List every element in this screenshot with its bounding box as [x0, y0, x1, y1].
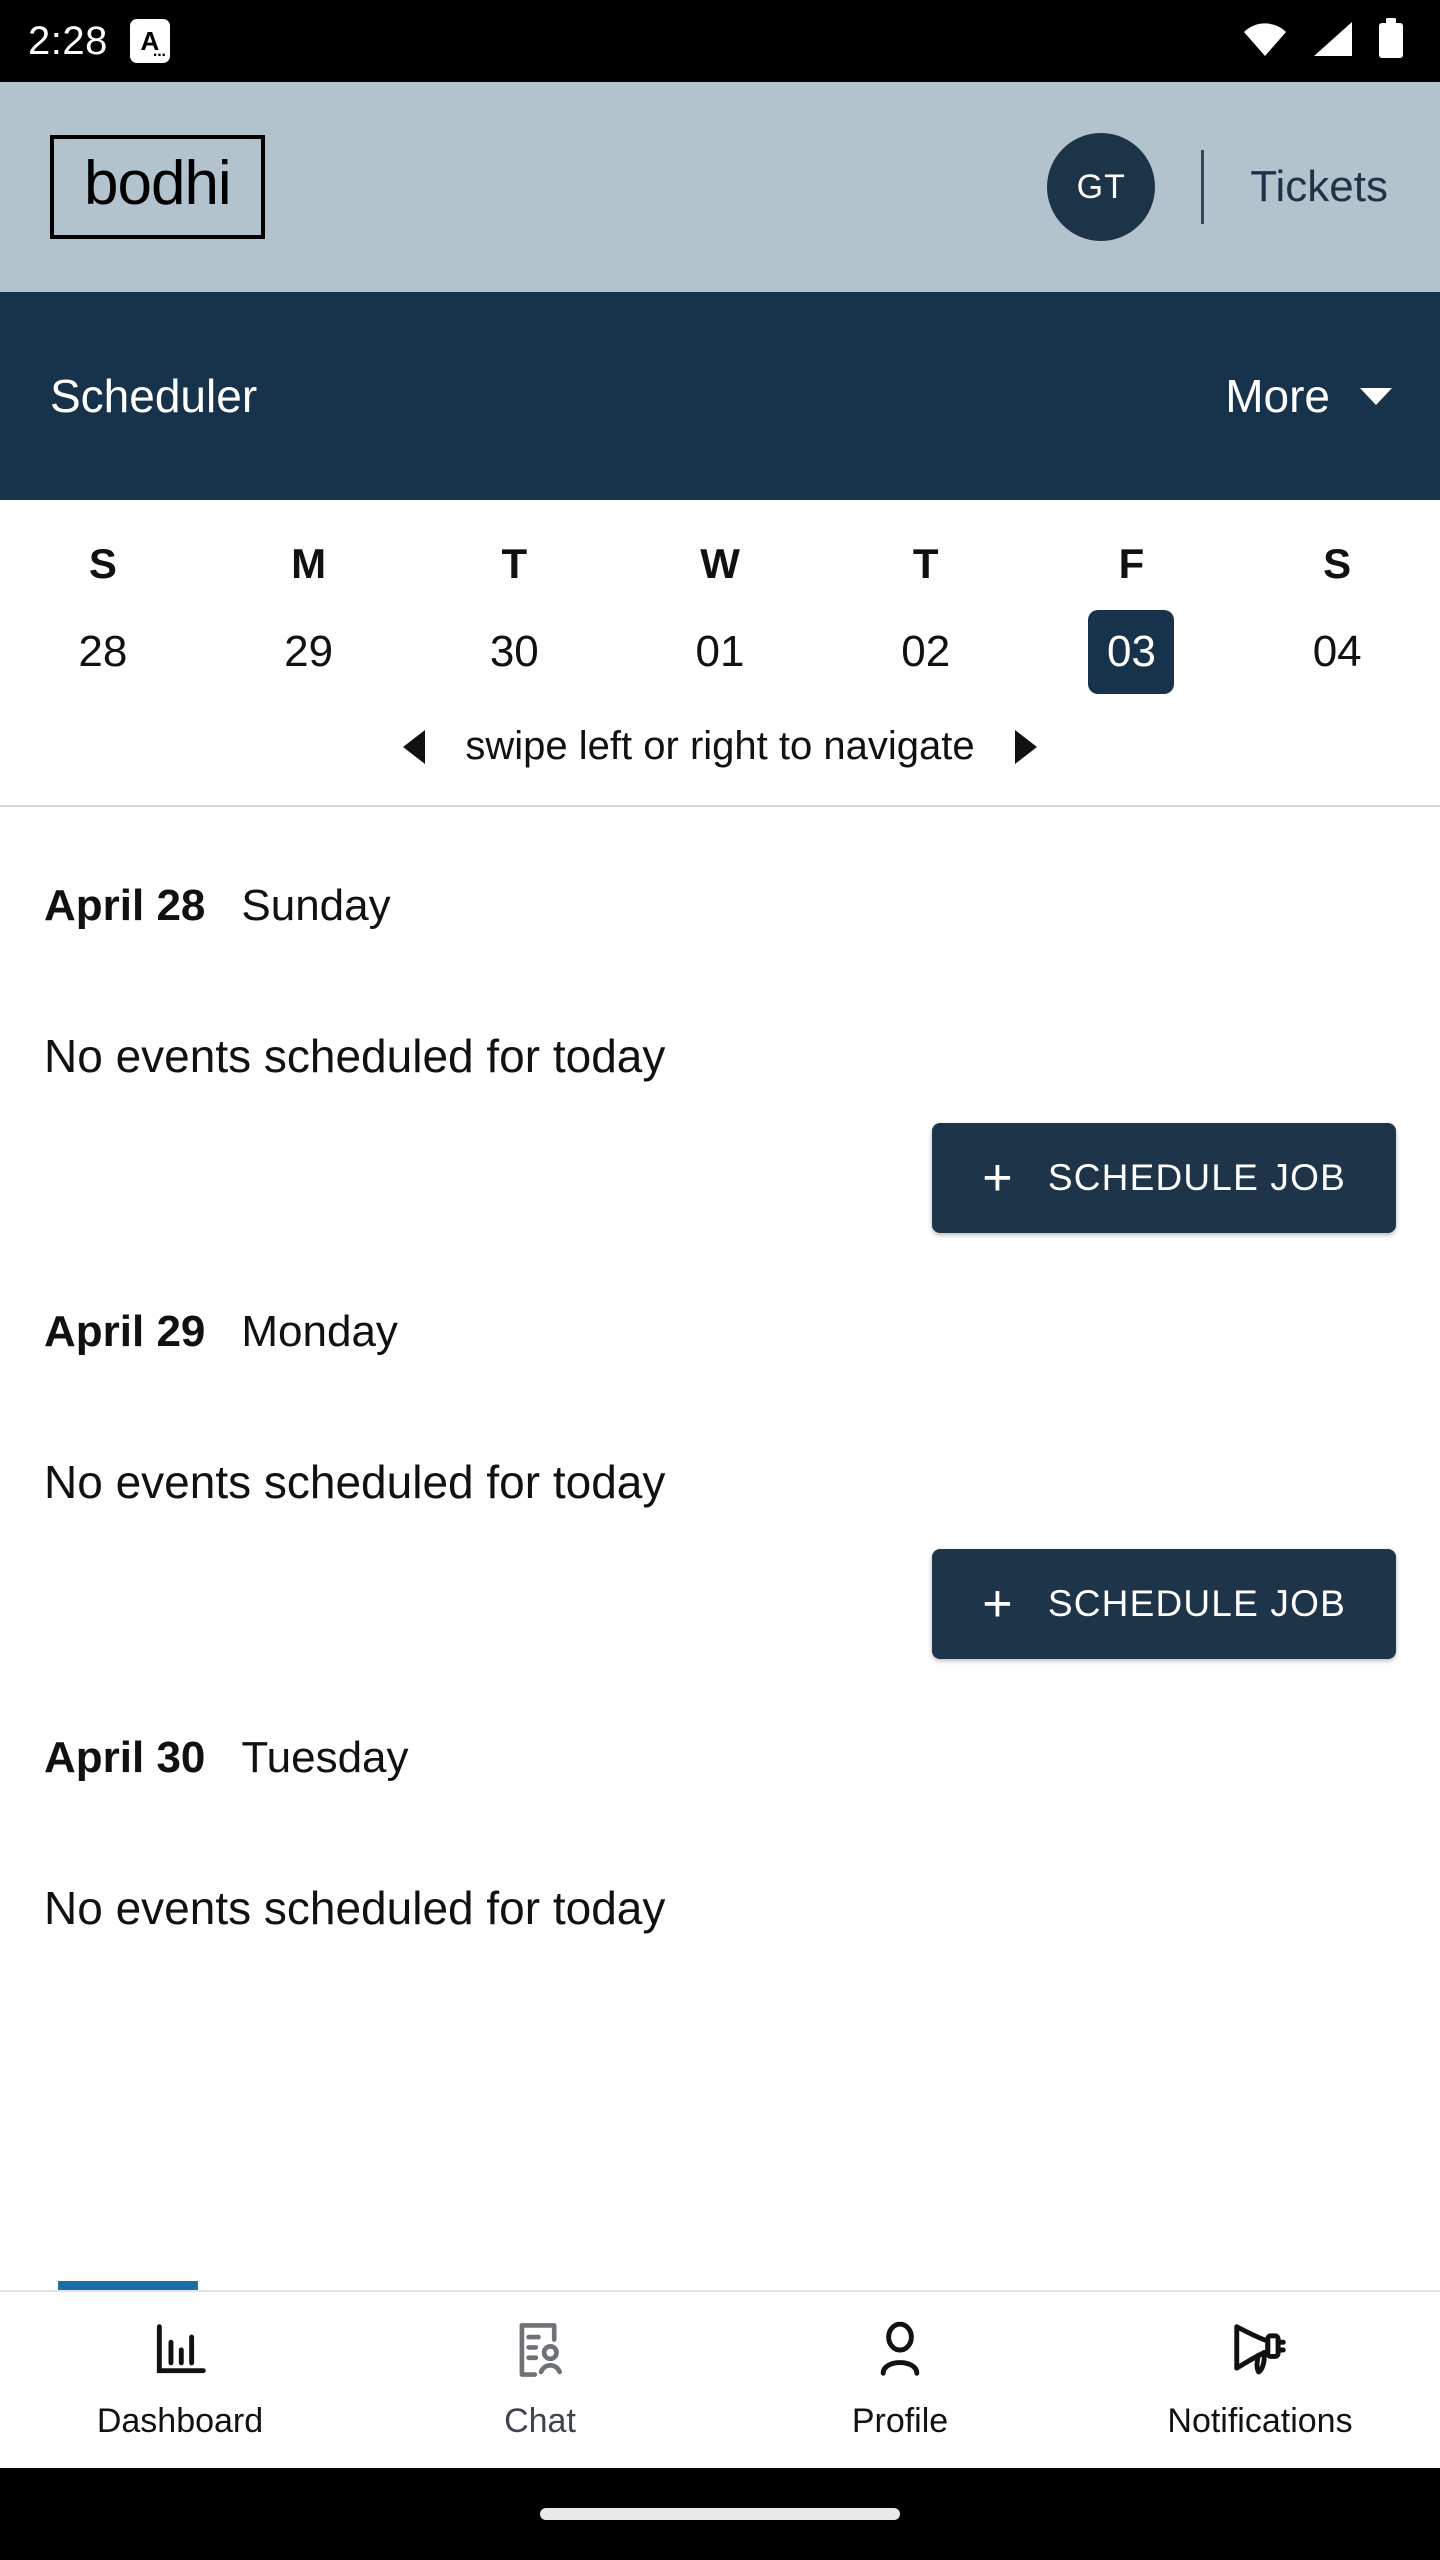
day-weekday-label: Sunday [241, 881, 391, 930]
wifi-icon [1242, 20, 1288, 63]
weekday-cell: T [823, 522, 1029, 602]
day-date-label: April 29 [44, 1307, 206, 1356]
bar-chart-icon [149, 2319, 211, 2386]
day-block: April 29 Monday No events scheduled for … [44, 1233, 1396, 1659]
page-title: Scheduler [50, 370, 258, 422]
day-block: April 28 Sunday No events scheduled for … [44, 807, 1396, 1233]
more-menu-label: More [1225, 370, 1330, 422]
person-icon [869, 2319, 931, 2386]
signal-icon [1310, 20, 1354, 63]
bottom-navigation-bar: Dashboard Chat Profile Notifications [0, 2290, 1440, 2468]
weekday-cell: S [0, 522, 206, 602]
date-cell[interactable]: 28 [0, 602, 206, 712]
day-actions: + SCHEDULE JOB [44, 1549, 1396, 1659]
nav-label-notifications: Notifications [1167, 2402, 1353, 2440]
day-weekday-label: Tuesday [241, 1733, 409, 1782]
avatar-initials: GT [1076, 167, 1126, 206]
app-root: 2:28 A ··· bodhi GT Tickets Scheduler Mo… [0, 0, 1440, 2560]
weekday-cell: S [1234, 522, 1440, 602]
schedule-job-button[interactable]: + SCHEDULE JOB [932, 1549, 1396, 1659]
swipe-hint: swipe left or right to navigate [0, 712, 1440, 805]
date-cell[interactable]: 01 [617, 602, 823, 712]
nav-label-chat: Chat [504, 2402, 576, 2440]
day-date-label: April 30 [44, 1733, 206, 1782]
week-strip: S M T W T F S 28 29 30 01 02 03 04 swipe… [0, 500, 1440, 807]
day-actions: + SCHEDULE JOB [44, 1123, 1396, 1233]
date-cell[interactable]: 29 [206, 602, 412, 712]
weekday-initial: W [700, 540, 740, 587]
status-bar-clock: 2:28 [28, 18, 108, 63]
date-number: 04 [1312, 627, 1362, 676]
status-bar-right [1242, 17, 1406, 65]
date-cell[interactable]: 02 [823, 602, 1029, 712]
system-gesture-bar [0, 2468, 1440, 2560]
day-header: April 30 Tuesday [44, 1733, 1396, 1783]
date-number-selected: 03 [1088, 610, 1175, 694]
scroll-indicator [58, 2281, 198, 2290]
header-actions: GT Tickets [1047, 133, 1400, 241]
weekday-initials-row: S M T W T F S [0, 522, 1440, 602]
nav-label-profile: Profile [851, 2402, 949, 2440]
schedule-job-label: SCHEDULE JOB [1047, 1583, 1346, 1624]
nav-label-dashboard: Dashboard [96, 2402, 264, 2440]
status-bar-left: 2:28 A ··· [28, 19, 170, 64]
nav-item-profile[interactable]: Profile [720, 2319, 1080, 2441]
day-block: April 30 Tuesday No events scheduled for… [44, 1659, 1396, 1935]
brand-logo[interactable]: bodhi [50, 135, 265, 239]
nav-item-chat[interactable]: Chat [360, 2319, 720, 2441]
tickets-link[interactable]: Tickets [1250, 162, 1400, 212]
date-number: 02 [901, 627, 951, 676]
date-cell-selected[interactable]: 03 [1029, 602, 1235, 712]
weekday-initial: T [501, 540, 528, 587]
date-number: 28 [78, 627, 128, 676]
weekday-dates-row: 28 29 30 01 02 03 04 [0, 602, 1440, 712]
day-weekday-label: Monday [241, 1307, 398, 1356]
empty-state-text: No events scheduled for today [44, 1456, 666, 1508]
nav-item-notifications[interactable]: Notifications [1080, 2319, 1440, 2441]
weekday-cell: M [206, 522, 412, 602]
arrow-left-icon[interactable] [403, 729, 426, 764]
avatar[interactable]: GT [1047, 133, 1156, 241]
app-header: bodhi GT Tickets [0, 82, 1440, 292]
day-date-label: April 28 [44, 881, 206, 930]
weekday-initial: M [291, 540, 327, 587]
weekday-cell: T [411, 522, 617, 602]
day-list[interactable]: April 28 Sunday No events scheduled for … [0, 807, 1440, 2290]
gesture-pill[interactable] [540, 2508, 900, 2520]
sub-navigation-bar: Scheduler More [0, 292, 1440, 500]
date-number: 29 [284, 627, 334, 676]
weekday-initial: F [1118, 540, 1145, 587]
swipe-hint-label: swipe left or right to navigate [465, 724, 975, 768]
arrow-right-icon[interactable] [1014, 729, 1037, 764]
empty-state-text: No events scheduled for today [44, 1882, 666, 1934]
brand-logo-text: bodhi [84, 149, 232, 218]
schedule-job-button[interactable]: + SCHEDULE JOB [932, 1123, 1396, 1233]
app-notification-icon: A ··· [129, 19, 170, 64]
weekday-initial: S [88, 540, 117, 587]
date-number: 01 [695, 627, 745, 676]
status-bar: 2:28 A ··· [0, 0, 1440, 82]
date-cell[interactable]: 30 [411, 602, 617, 712]
date-cell[interactable]: 04 [1234, 602, 1440, 712]
nav-item-dashboard[interactable]: Dashboard [0, 2319, 360, 2441]
megaphone-icon [1229, 2319, 1291, 2386]
plus-icon: + [982, 1575, 1014, 1633]
day-header: April 29 Monday [44, 1307, 1396, 1357]
more-menu-button[interactable]: More [1225, 369, 1392, 423]
day-header: April 28 Sunday [44, 881, 1396, 931]
battery-icon [1376, 17, 1406, 65]
weekday-initial: T [912, 540, 939, 587]
contact-page-icon [509, 2319, 571, 2386]
date-number: 30 [489, 627, 539, 676]
plus-icon: + [982, 1149, 1014, 1207]
empty-state-text: No events scheduled for today [44, 1030, 666, 1082]
header-divider [1201, 150, 1205, 224]
weekday-cell: F [1029, 522, 1235, 602]
app-icon-dots: ··· [152, 47, 167, 64]
weekday-cell: W [617, 522, 823, 602]
weekday-initial: S [1323, 540, 1352, 587]
schedule-job-label: SCHEDULE JOB [1047, 1157, 1346, 1198]
chevron-down-icon [1360, 387, 1392, 405]
